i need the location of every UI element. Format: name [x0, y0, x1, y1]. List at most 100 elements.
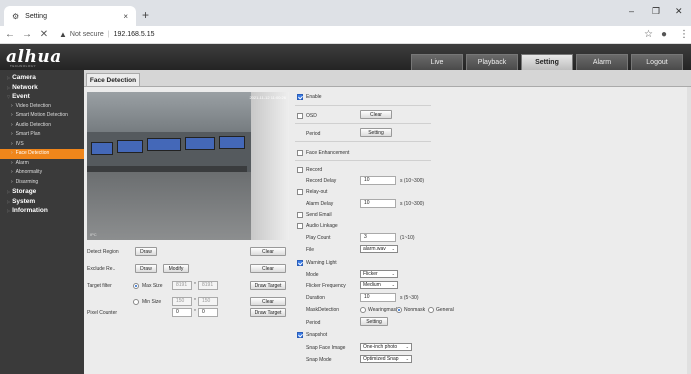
new-tab-button[interactable]: +: [142, 8, 149, 22]
window-close-button[interactable]: ✕: [675, 6, 683, 17]
window-minimize-button[interactable]: –: [629, 6, 634, 16]
exclude-modify-button[interactable]: Modify: [163, 264, 189, 273]
tab-close-icon[interactable]: ×: [123, 12, 128, 21]
warning-light-checkbox[interactable]: [297, 260, 303, 266]
back-icon[interactable]: ←: [3, 29, 17, 40]
forward-icon[interactable]: →: [20, 29, 34, 40]
sidebar-item-label: Storage: [12, 188, 37, 195]
sidebar-item-audio-detection[interactable]: › Audio Detection: [0, 121, 84, 131]
browser-tab[interactable]: ⚙ Setting ×: [4, 6, 136, 26]
nav-tab-logout[interactable]: Logout: [631, 54, 683, 70]
play-count-input[interactable]: 3: [360, 233, 396, 242]
sidebar-item-label: Alarm: [15, 159, 29, 166]
warning-light-label: Warning Light: [306, 260, 337, 266]
detect-region-clear-button[interactable]: Clear: [250, 247, 286, 256]
sidebar-item-storage[interactable]: ▷ Storage: [0, 187, 84, 197]
snapshot-checkbox[interactable]: [297, 332, 303, 338]
url-field[interactable]: ▲ Not secure | 192.168.5.15: [59, 30, 154, 39]
video-camera-name: IPC: [90, 232, 97, 237]
min-size-height-input[interactable]: 150: [198, 297, 218, 306]
max-size-height-input[interactable]: 8191: [198, 281, 218, 290]
browser-tab-title: Setting: [25, 12, 47, 20]
sidebar-item-smart-plan[interactable]: › Smart Plan: [0, 130, 84, 140]
sidebar-item-label: Information: [12, 207, 48, 214]
target-filter-draw-target-button[interactable]: Draw Target: [250, 281, 286, 290]
exclude-clear-button[interactable]: Clear: [250, 264, 286, 273]
mask-option-wearingmask-radio[interactable]: [360, 307, 366, 313]
record-checkbox[interactable]: [297, 167, 303, 173]
url-separator: |: [107, 31, 110, 38]
file-select[interactable]: alarm.wav ⌄: [360, 245, 398, 253]
sidebar-item-ivs[interactable]: › IVS: [0, 140, 84, 150]
sidebar-item-abnormality[interactable]: › Abnormality: [0, 168, 84, 178]
flicker-frequency-value: Medium: [363, 282, 381, 288]
window-maximize-button[interactable]: ❐: [652, 6, 660, 17]
pixel-counter-height-input[interactable]: 0: [198, 308, 218, 317]
osd-label: OSD: [306, 113, 317, 119]
sidebar-item-disarming[interactable]: › Disarming: [0, 178, 84, 188]
osd-clear-button[interactable]: Clear: [360, 110, 392, 119]
sidebar-item-system[interactable]: ▷ System: [0, 197, 84, 207]
mask-option-general-radio[interactable]: [428, 307, 434, 313]
max-size-times: *: [194, 282, 196, 288]
exclude-region-label: Exclude Re..: [87, 266, 116, 272]
max-size-width-input[interactable]: 8191: [172, 281, 192, 290]
osd-checkbox[interactable]: [297, 113, 303, 119]
record-delay-input[interactable]: 10: [360, 176, 396, 185]
profile-icon[interactable]: ●: [661, 29, 667, 40]
mask-option-label: Nonmask: [404, 307, 426, 313]
sidebar-item-event[interactable]: ▽ Event: [0, 92, 84, 102]
mode-label: Mode: [306, 272, 319, 278]
exclude-draw-button[interactable]: Draw: [135, 264, 157, 273]
min-size-radio[interactable]: [133, 299, 139, 305]
nav-tab-alarm[interactable]: Alarm: [576, 54, 628, 70]
snapshot-label: Snapshot: [306, 332, 328, 338]
mask-option-nonmask-radio[interactable]: [396, 307, 402, 313]
detect-region-draw-button[interactable]: Draw: [135, 247, 157, 256]
face-enhancement-checkbox[interactable]: [297, 150, 303, 156]
main-panel: Face Detection 2021-11-12 11:00:26 IPC D…: [84, 70, 691, 374]
max-size-radio[interactable]: [133, 283, 139, 289]
relay-out-checkbox[interactable]: [297, 189, 303, 195]
pixel-counter-width-input[interactable]: 0: [172, 308, 192, 317]
enable-checkbox[interactable]: [297, 94, 303, 100]
snap-face-image-select[interactable]: One-inch photo ⌄: [360, 343, 412, 351]
detect-region-label: Detect Region: [87, 249, 119, 255]
caret-right-icon: ▽: [7, 94, 11, 99]
sidebar-item-smart-motion-detection[interactable]: › Smart Motion Detection: [0, 111, 84, 121]
sidebar-item-camera[interactable]: ▷ Camera: [0, 73, 84, 83]
period2-setting-button[interactable]: Setting: [360, 317, 388, 326]
scrollbar[interactable]: [687, 87, 691, 374]
mode-select[interactable]: Flicker ⌄: [360, 270, 398, 278]
sidebar-item-alarm[interactable]: › Alarm: [0, 159, 84, 169]
nav-tab-playback[interactable]: Playback: [466, 54, 518, 70]
bookmark-star-icon[interactable]: ☆: [644, 29, 653, 40]
stop-loading-icon[interactable]: ✕: [37, 29, 51, 40]
caret-right-icon: ▷: [7, 198, 11, 204]
duration-input[interactable]: 10: [360, 293, 396, 302]
menu-dots-icon[interactable]: ⋮: [679, 29, 689, 40]
flicker-frequency-select[interactable]: Medium ⌄: [360, 281, 398, 289]
video-preview[interactable]: 2021-11-12 11:00:26 IPC: [87, 92, 289, 240]
min-size-width-input[interactable]: 150: [172, 297, 192, 306]
nav-tab-setting[interactable]: Setting: [521, 54, 573, 70]
play-count-label: Play Count: [306, 235, 331, 241]
sidebar-item-information[interactable]: ▷ Information: [0, 206, 84, 216]
chevron-right-icon: ›: [11, 159, 13, 166]
snap-face-image-value: One-inch photo: [363, 344, 398, 350]
period-setting-button[interactable]: Setting: [360, 128, 392, 137]
address-bar: ← → ✕ ▲ Not secure | 192.168.5.15 ☆ ● ⋮: [0, 26, 691, 44]
sidebar-item-face-detection[interactable]: › Face Detection: [0, 149, 84, 159]
scene-pillar: [251, 92, 289, 240]
pixel-counter-draw-target-button[interactable]: Draw Target: [250, 308, 286, 317]
snap-mode-select[interactable]: Optimized Snap ⌄: [360, 355, 412, 363]
sidebar-item-network[interactable]: ▷ Network: [0, 83, 84, 93]
tab-face-detection[interactable]: Face Detection: [86, 73, 140, 86]
audio-linkage-checkbox[interactable]: [297, 223, 303, 229]
sidebar-item-video-detection[interactable]: › Video Detection: [0, 102, 84, 112]
chevron-right-icon: ›: [11, 150, 13, 156]
target-filter-clear-button[interactable]: Clear: [250, 297, 286, 306]
nav-tab-live[interactable]: Live: [411, 54, 463, 70]
alarm-delay-input[interactable]: 10: [360, 199, 396, 208]
send-email-checkbox[interactable]: [297, 212, 303, 218]
